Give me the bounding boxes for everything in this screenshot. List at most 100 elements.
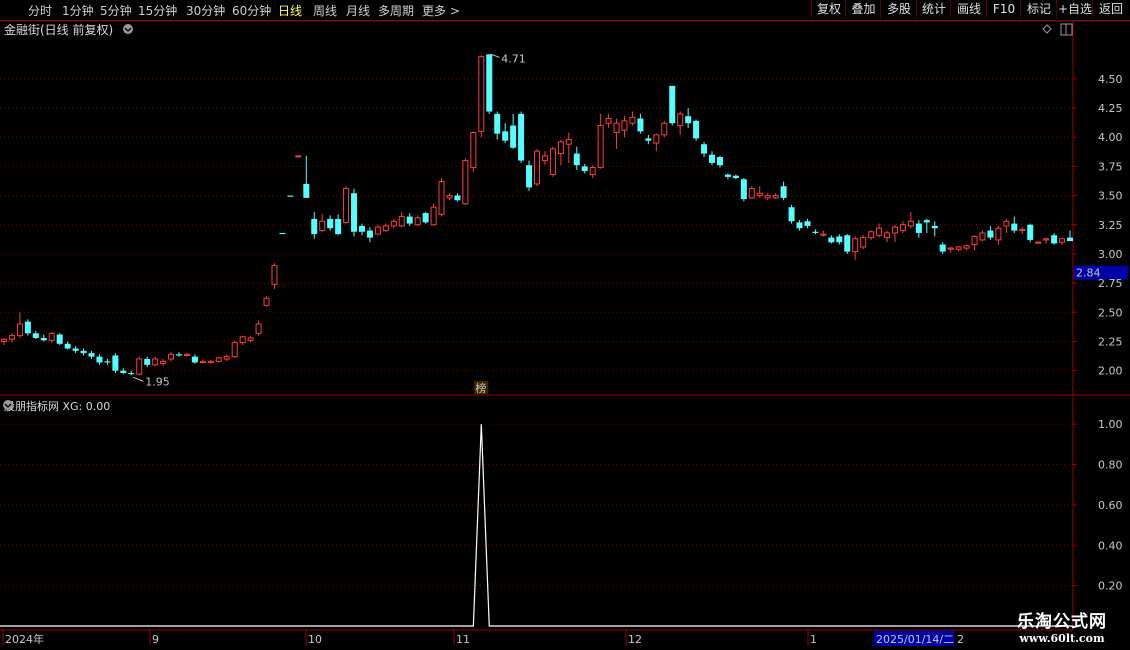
candle-body xyxy=(549,148,556,176)
candle xyxy=(915,220,922,238)
candle xyxy=(724,173,731,180)
candle xyxy=(756,186,763,198)
candle xyxy=(780,181,787,201)
candle-body xyxy=(335,218,342,235)
candle-body xyxy=(1059,238,1066,243)
watermark: 乐淘公式网 www.60lt.com xyxy=(998,607,1126,647)
candle xyxy=(319,214,326,232)
candle xyxy=(1003,218,1010,233)
low-annotation: 1.95 xyxy=(145,375,170,388)
candle-body xyxy=(995,227,1002,241)
candle-body xyxy=(422,213,429,223)
candle-body xyxy=(176,354,183,356)
candle xyxy=(223,354,230,362)
candle-body xyxy=(414,217,421,226)
candle xyxy=(931,221,938,237)
time-label-2: 10 xyxy=(308,633,322,646)
candle-body xyxy=(1011,223,1018,231)
candle-body xyxy=(104,361,111,363)
candle-body xyxy=(358,225,365,232)
candle xyxy=(183,353,190,357)
candle-body xyxy=(494,113,501,134)
candle xyxy=(88,350,95,359)
candle-body xyxy=(160,360,167,365)
candle-body xyxy=(836,236,843,243)
candle xyxy=(581,164,588,174)
candle xyxy=(311,211,318,239)
candle-body xyxy=(486,54,493,112)
candle-body xyxy=(446,195,453,199)
candle-body xyxy=(287,195,294,197)
candle xyxy=(510,113,517,149)
candle-body xyxy=(1003,220,1010,227)
candle xyxy=(494,111,501,140)
chart-canvas[interactable]: 2.00 2.25 2.50 2.75 3.00 3.25 3.50 3.75 4.00 4.25… xyxy=(0,0,1130,650)
candle-body xyxy=(72,348,79,351)
main-tick-label-9: 4.25 xyxy=(1098,102,1123,115)
candle-body xyxy=(231,342,238,358)
candle-body xyxy=(518,113,525,161)
candle xyxy=(804,218,811,229)
candle-body xyxy=(215,357,222,362)
candle-body xyxy=(557,141,564,155)
candle-body xyxy=(541,155,548,162)
cursor-date-label: 2025/01/14/二 xyxy=(876,633,954,646)
candle xyxy=(685,108,692,128)
candle-body xyxy=(685,116,692,124)
candle-body xyxy=(701,144,708,154)
candle xyxy=(351,188,358,237)
candle xyxy=(939,242,946,254)
candle-body xyxy=(923,220,930,223)
candle-body xyxy=(804,221,811,226)
candle xyxy=(231,340,238,358)
candle-body xyxy=(756,192,763,197)
candle xyxy=(629,111,636,126)
candle xyxy=(271,263,278,289)
time-label-5: 1 xyxy=(810,633,817,646)
high-annotation: 4.71 xyxy=(501,52,526,65)
candle xyxy=(748,186,755,200)
candle-body xyxy=(621,120,628,131)
candle-body xyxy=(907,220,914,227)
candle xyxy=(677,111,684,135)
candle-body xyxy=(661,122,668,136)
candle-body xyxy=(565,139,572,145)
candle-body xyxy=(748,188,755,199)
candle-body xyxy=(899,224,906,232)
candle xyxy=(1027,223,1034,243)
main-tick-label-4: 3.00 xyxy=(1098,248,1123,261)
candle-body xyxy=(366,230,373,238)
candle-body xyxy=(764,195,771,199)
candle-body xyxy=(645,138,652,141)
candle-body xyxy=(828,237,835,243)
candle xyxy=(104,358,111,365)
candle-body xyxy=(931,225,938,229)
candle-body xyxy=(891,226,898,234)
candle xyxy=(1011,216,1018,233)
candle xyxy=(836,234,843,245)
candle xyxy=(56,333,63,345)
candle-body xyxy=(40,337,47,341)
candle-body xyxy=(1067,237,1073,242)
candle xyxy=(828,235,835,244)
candle xyxy=(645,134,652,145)
candle xyxy=(470,131,477,173)
diamond-icon xyxy=(1042,24,1052,34)
candle xyxy=(8,333,15,343)
cursor-tail-label: 2 xyxy=(957,633,964,646)
candle-body xyxy=(796,222,803,229)
candle-body xyxy=(223,356,230,360)
ind-tick-label-0: 0.20 xyxy=(1098,580,1123,593)
candle xyxy=(207,360,214,364)
main-tick-label-6: 3.50 xyxy=(1098,190,1123,203)
ind-tick-label-2: 0.60 xyxy=(1098,499,1123,512)
main-tick-label-8: 4.00 xyxy=(1098,131,1123,144)
candle xyxy=(263,295,270,307)
candle xyxy=(852,236,859,260)
candle xyxy=(987,225,994,240)
main-tick-label-0: 2.00 xyxy=(1098,365,1123,378)
candle-body xyxy=(80,350,87,354)
candle-body xyxy=(868,231,875,239)
candle xyxy=(40,334,47,342)
candle-body xyxy=(183,353,190,356)
